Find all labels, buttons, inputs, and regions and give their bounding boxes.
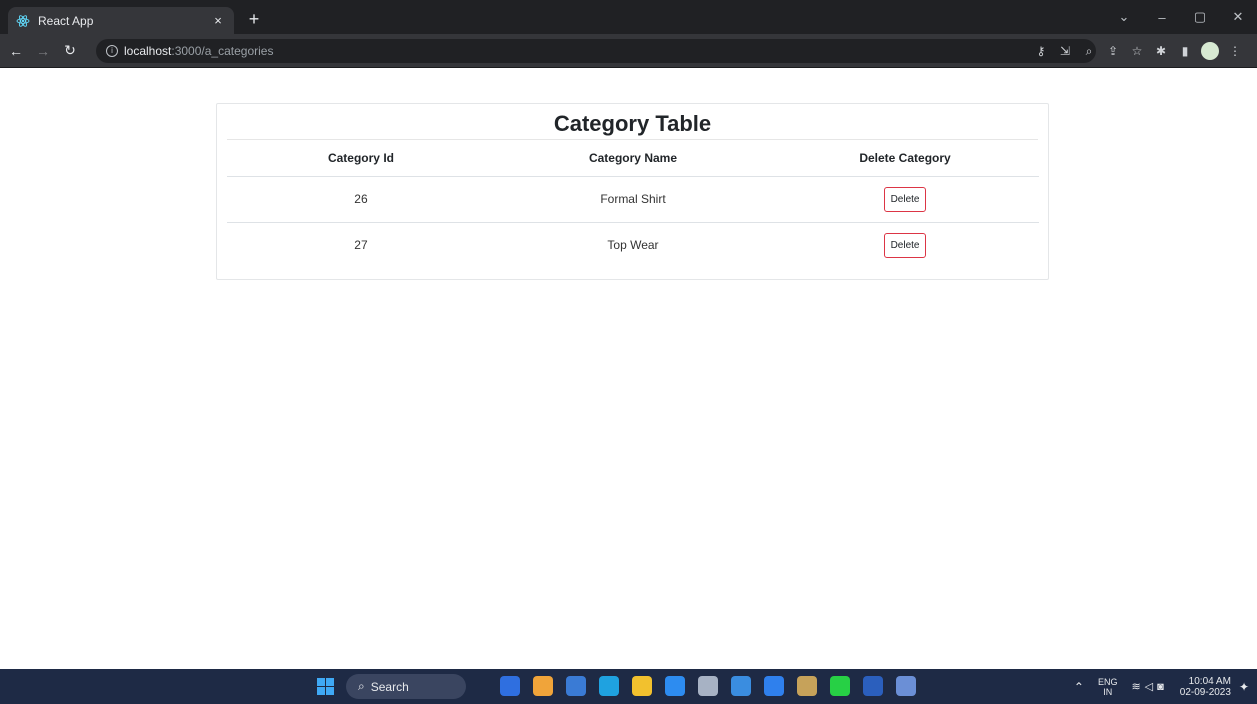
menu-kebab-icon[interactable]: ⋮ <box>1223 44 1247 58</box>
extensions-puzzle-icon[interactable]: ✱ <box>1149 44 1173 58</box>
taskbar-app-icon[interactable] <box>698 676 718 696</box>
react-favicon-icon <box>16 14 30 28</box>
category-card: Category Table Category Id Category Name… <box>216 103 1049 280</box>
column-header-category-name: Category Name <box>494 140 772 177</box>
taskbar-apps <box>500 676 929 696</box>
install-icon[interactable]: ⇲ <box>1053 44 1077 58</box>
notification-icon[interactable]: ✦ <box>1239 680 1249 694</box>
category-id-cell: 27 <box>354 238 368 253</box>
key-icon[interactable]: ⚷ <box>1029 44 1053 58</box>
share-icon[interactable]: ⇪ <box>1101 44 1125 58</box>
delete-cell: Delete <box>771 176 1039 223</box>
language-line2: IN <box>1103 686 1113 697</box>
delete-cell: Delete <box>771 222 1039 268</box>
back-arrow-icon[interactable]: ← <box>5 40 27 62</box>
category-table: Category Id Category Name Delete Categor… <box>227 140 1039 268</box>
taskbar-app-icon[interactable] <box>632 676 652 696</box>
taskbar-app-icon[interactable] <box>500 676 520 696</box>
taskbar-app-icon[interactable] <box>863 676 883 696</box>
search-label: Search <box>370 679 409 694</box>
chevron-up-icon[interactable]: ⌃ <box>1074 680 1084 694</box>
column-header-category-id: Category Id <box>227 140 495 177</box>
delete-button[interactable]: Delete <box>883 186 927 212</box>
reload-icon[interactable]: ↻ <box>59 40 81 62</box>
system-tray: ⌃ ENG IN ≋◁◙ 10:04 AM 02-09-2023 ✦ <box>1074 669 1249 704</box>
taskbar-app-icon[interactable] <box>665 676 685 696</box>
category-id-cell: 26 <box>227 176 495 223</box>
profile-avatar[interactable] <box>1201 42 1219 60</box>
delete-button[interactable]: Delete <box>883 232 927 258</box>
tab-title: React App <box>38 13 94 28</box>
language-indicator[interactable]: ENG IN <box>1098 677 1118 697</box>
zoom-icon[interactable]: ⌕ <box>1077 44 1101 59</box>
side-panel-icon[interactable]: ▮ <box>1173 44 1197 58</box>
clock[interactable]: 10:04 AM 02-09-2023 <box>1180 676 1231 698</box>
wifi-sound-battery-icons[interactable]: ≋◁◙ <box>1131 680 1167 693</box>
search-icon: ⌕ <box>358 679 365 693</box>
windows-taskbar: ⌕ Search ⌃ ENG IN ≋◁◙ 10:04 AM 02-09-202… <box>0 669 1257 704</box>
close-window-button[interactable]: ✕ <box>1219 9 1257 25</box>
category-name-cell: Formal Shirt <box>494 176 772 223</box>
taskbar-app-icon[interactable] <box>830 676 850 696</box>
address-bar[interactable]: i localhost :3000/a_categories <box>96 39 1096 63</box>
new-tab-button[interactable]: + <box>242 8 266 30</box>
table-row: 27 Top Wear Delete <box>227 222 1039 268</box>
tab-search-icon[interactable]: ⌄ <box>1105 9 1143 25</box>
taskbar-app-icon[interactable] <box>599 676 619 696</box>
forward-arrow-icon[interactable]: → <box>32 40 54 62</box>
taskbar-app-icon[interactable] <box>764 676 784 696</box>
windows-start-icon[interactable] <box>317 678 334 695</box>
url-host: localhost <box>124 44 172 58</box>
site-info-icon[interactable]: i <box>106 45 118 57</box>
page-title: Category Table <box>227 107 1038 140</box>
toolbar-icons: ⚷ ⇲ ⌕ ⇪ ☆ ✱ ▮ ⋮ <box>1029 34 1247 68</box>
browser-tab[interactable]: React App × <box>8 7 234 34</box>
minimize-button[interactable]: – <box>1143 10 1181 25</box>
taskbar-app-icon[interactable] <box>896 676 916 696</box>
tab-close-icon[interactable]: × <box>210 13 226 28</box>
taskbar-app-icon[interactable] <box>566 676 586 696</box>
column-header-delete-category: Delete Category <box>771 140 1039 177</box>
bookmark-star-icon[interactable]: ☆ <box>1125 44 1149 58</box>
window-controls: ⌄ – ▢ ✕ <box>1105 0 1257 34</box>
taskbar-app-icon[interactable] <box>731 676 751 696</box>
taskbar-app-icon[interactable] <box>797 676 817 696</box>
url-path: :3000/a_categories <box>171 44 274 58</box>
clock-time: 10:04 AM <box>1188 675 1231 687</box>
browser-toolbar: ← → ↻ i localhost :3000/a_categories ⚷ ⇲… <box>0 34 1257 68</box>
maximize-button[interactable]: ▢ <box>1181 9 1219 25</box>
clock-date: 02-09-2023 <box>1179 686 1231 698</box>
category-name-cell: Top Wear <box>607 238 659 253</box>
taskbar-app-icon[interactable] <box>533 676 553 696</box>
table-header-row: Category Id Category Name Delete Categor… <box>227 140 1039 177</box>
table-row: 26 Formal Shirt Delete <box>227 176 1039 223</box>
browser-tab-bar: React App × + ⌄ – ▢ ✕ <box>0 0 1257 34</box>
taskbar-search-box[interactable]: ⌕ Search <box>346 674 466 699</box>
language-line1: ENG <box>1097 676 1118 687</box>
